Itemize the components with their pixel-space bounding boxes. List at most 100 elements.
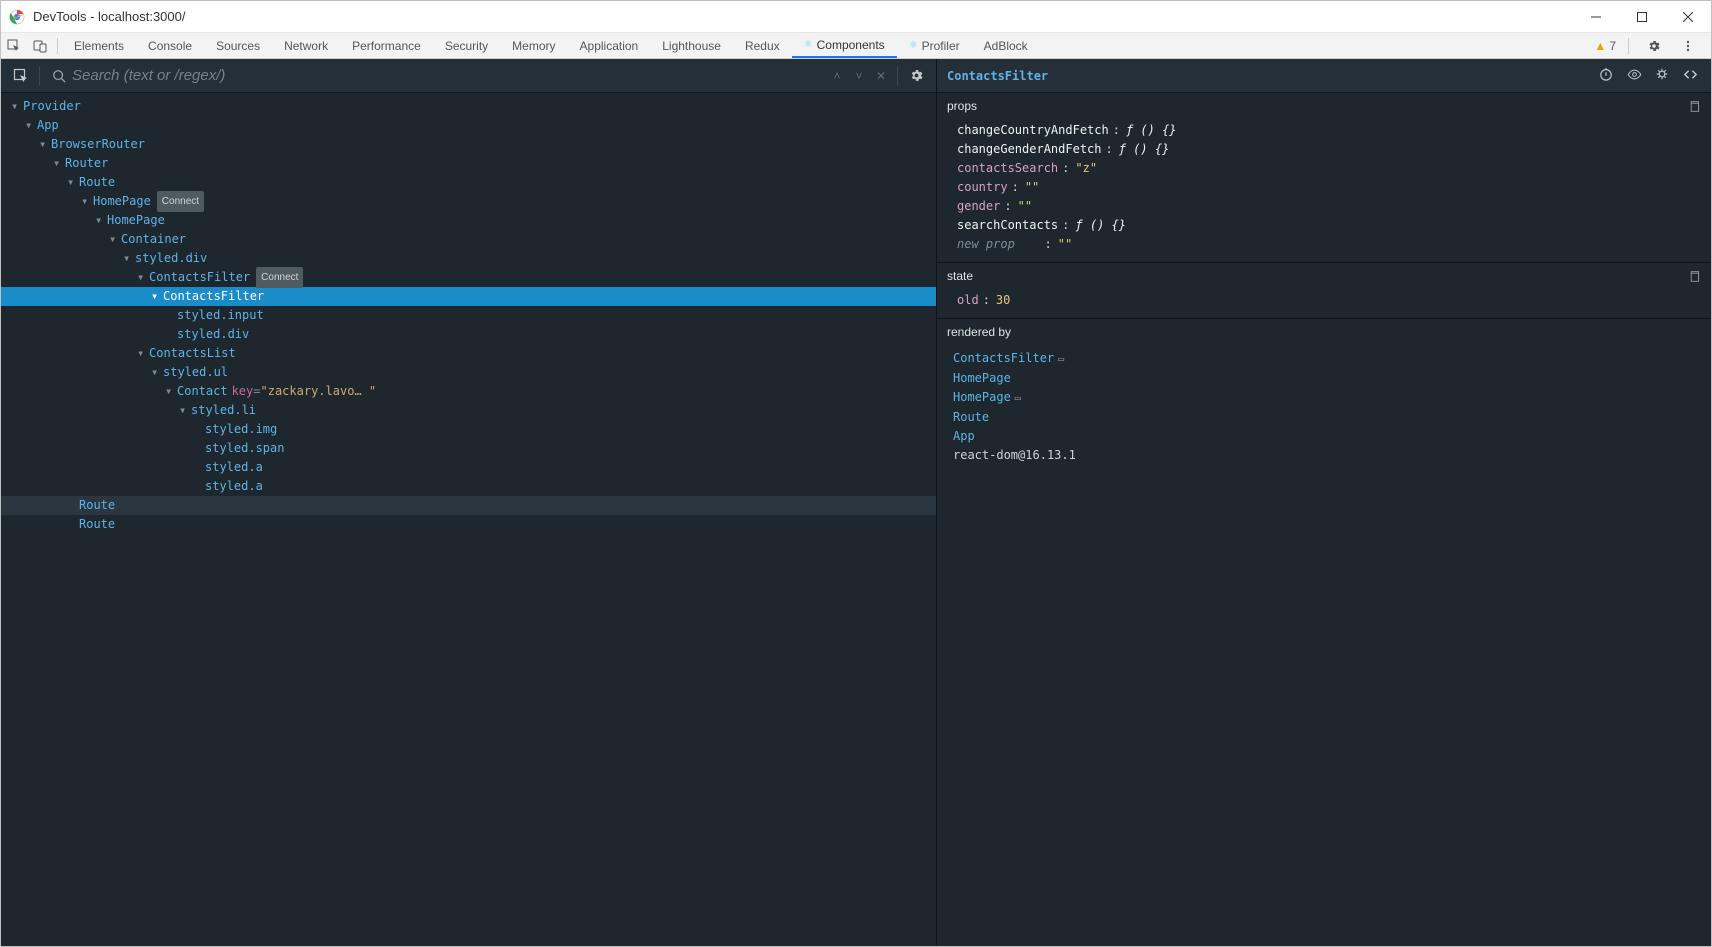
rendered-by-label: rendered by bbox=[947, 325, 1011, 339]
tree-node[interactable]: ▾styled.li bbox=[1, 401, 936, 420]
tab-adblock[interactable]: AdBlock bbox=[972, 33, 1040, 58]
copy-props-icon[interactable] bbox=[1688, 100, 1701, 113]
log-data-icon[interactable] bbox=[1655, 67, 1673, 85]
expand-arrow-icon[interactable]: ▾ bbox=[179, 401, 191, 420]
tree-node[interactable]: ▾HomePageConnect bbox=[1, 192, 936, 211]
prop-key: changeGenderAndFetch bbox=[957, 140, 1102, 159]
expand-arrow-icon[interactable]: ▾ bbox=[137, 268, 149, 287]
search-input[interactable] bbox=[72, 67, 821, 84]
prop-key: changeCountryAndFetch bbox=[957, 121, 1109, 140]
prop-value: ƒ () {} bbox=[1075, 216, 1126, 235]
copy-state-icon[interactable] bbox=[1688, 270, 1701, 283]
tab-components[interactable]: ⚛Components bbox=[792, 33, 897, 58]
tab-network[interactable]: Network bbox=[272, 33, 340, 58]
node-key-attr: key="zackary.lavo… " bbox=[232, 382, 377, 401]
tree-node[interactable]: ▾styled.div bbox=[1, 249, 936, 268]
tree-node[interactable]: styled.a bbox=[1, 477, 936, 496]
colon: : bbox=[1012, 178, 1019, 197]
tree-node[interactable]: styled.div bbox=[1, 325, 936, 344]
prop-row[interactable]: country: "" bbox=[953, 178, 1711, 197]
tab-application[interactable]: Application bbox=[568, 33, 651, 58]
maximize-button[interactable] bbox=[1619, 1, 1665, 33]
node-name: Route bbox=[79, 515, 115, 534]
tab-memory[interactable]: Memory bbox=[500, 33, 567, 58]
prop-row[interactable]: contactsSearch: "z" bbox=[953, 159, 1711, 178]
expand-arrow-icon[interactable]: ▾ bbox=[67, 173, 79, 192]
inspect-dom-icon[interactable] bbox=[1627, 67, 1645, 85]
tab-console[interactable]: Console bbox=[136, 33, 204, 58]
expand-arrow-icon[interactable]: ▾ bbox=[53, 154, 65, 173]
device-toggle-icon[interactable] bbox=[27, 33, 53, 59]
inspect-element-icon[interactable] bbox=[1, 33, 27, 59]
prop-row[interactable]: searchContacts: ƒ () {} bbox=[953, 216, 1711, 235]
tree-node[interactable]: Route bbox=[1, 496, 936, 515]
expand-arrow-icon[interactable]: ▾ bbox=[165, 382, 177, 401]
tree-node[interactable]: styled.input bbox=[1, 306, 936, 325]
search-clear-icon[interactable]: ✕ bbox=[871, 69, 891, 83]
rendered-by-item[interactable]: HomePage▭ bbox=[953, 388, 1711, 408]
tree-node[interactable]: styled.a bbox=[1, 458, 936, 477]
search-prev-icon[interactable]: ˄ bbox=[827, 69, 847, 83]
rendered-by-item[interactable]: HomePage bbox=[953, 369, 1711, 388]
expand-arrow-icon[interactable]: ▾ bbox=[95, 211, 107, 230]
rendered-by-item[interactable]: Route bbox=[953, 408, 1711, 427]
tree-node[interactable]: Route bbox=[1, 515, 936, 534]
tabbar-right: ▲ 7 bbox=[1594, 33, 1711, 59]
rendered-by-item[interactable]: ContactsFilter▭ bbox=[953, 349, 1711, 369]
expand-arrow-icon[interactable]: ▾ bbox=[123, 249, 135, 268]
expand-arrow-icon[interactable]: ▾ bbox=[81, 192, 93, 211]
tree-node[interactable]: ▾Contactkey="zackary.lavo… " bbox=[1, 382, 936, 401]
close-button[interactable] bbox=[1665, 1, 1711, 33]
expand-arrow-icon[interactable]: ▾ bbox=[109, 230, 121, 249]
tree-node[interactable]: ▾HomePage bbox=[1, 211, 936, 230]
tree-node[interactable]: styled.span bbox=[1, 439, 936, 458]
expand-arrow-icon[interactable]: ▾ bbox=[151, 363, 163, 382]
minimize-button[interactable] bbox=[1573, 1, 1619, 33]
tree-node[interactable]: ▾Router bbox=[1, 154, 936, 173]
prop-row[interactable]: changeGenderAndFetch: ƒ () {} bbox=[953, 140, 1711, 159]
tab-elements[interactable]: Elements bbox=[62, 33, 136, 58]
tree-node[interactable]: ▾styled.ul bbox=[1, 363, 936, 382]
warnings-badge[interactable]: ▲ 7 bbox=[1594, 39, 1616, 53]
tab-security[interactable]: Security bbox=[433, 33, 500, 58]
view-source-icon[interactable] bbox=[1683, 67, 1701, 85]
search-next-icon[interactable]: ˅ bbox=[849, 69, 869, 83]
rendered-by-item[interactable]: App bbox=[953, 427, 1711, 446]
tree-node[interactable]: ▾BrowserRouter bbox=[1, 135, 936, 154]
tree-node[interactable]: ▾App bbox=[1, 116, 936, 135]
tab-profiler[interactable]: ⚛Profiler bbox=[897, 33, 972, 58]
expand-arrow-icon[interactable]: ▾ bbox=[137, 344, 149, 363]
tree-node[interactable]: ▾Provider bbox=[1, 97, 936, 116]
tree-node[interactable]: ▾ContactsList bbox=[1, 344, 936, 363]
tree-node[interactable]: styled.img bbox=[1, 420, 936, 439]
state-key: old bbox=[957, 291, 979, 310]
suspend-icon[interactable] bbox=[1599, 67, 1617, 85]
more-menu-icon[interactable] bbox=[1675, 33, 1701, 59]
search-wrap bbox=[46, 67, 827, 84]
expand-arrow-icon[interactable]: ▾ bbox=[25, 116, 37, 135]
tree-node[interactable]: ▾Route bbox=[1, 173, 936, 192]
detail-header: ContactsFilter bbox=[937, 59, 1711, 93]
tree-node[interactable]: ▾ContactsFilterConnect bbox=[1, 268, 936, 287]
tab-performance[interactable]: Performance bbox=[340, 33, 433, 58]
prop-row[interactable]: gender: "" bbox=[953, 197, 1711, 216]
tab-lighthouse[interactable]: Lighthouse bbox=[650, 33, 733, 58]
component-tree[interactable]: ▾Provider▾App▾BrowserRouter▾Router▾Route… bbox=[1, 93, 936, 946]
select-element-icon[interactable] bbox=[9, 64, 33, 88]
expand-arrow-icon[interactable]: ▾ bbox=[11, 97, 23, 116]
tab-sources[interactable]: Sources bbox=[204, 33, 272, 58]
tab-redux[interactable]: Redux bbox=[733, 33, 792, 58]
prop-value: "" bbox=[1018, 197, 1032, 216]
state-section: state old: 30 bbox=[937, 263, 1711, 319]
tree-settings-gear-icon[interactable] bbox=[904, 64, 928, 88]
prop-value: ƒ () {} bbox=[1119, 140, 1170, 159]
expand-arrow-icon[interactable]: ▾ bbox=[39, 135, 51, 154]
new-prop-row[interactable]: new prop : "" bbox=[953, 235, 1711, 254]
tree-node[interactable]: ▾Container bbox=[1, 230, 936, 249]
node-name: styled.div bbox=[135, 249, 207, 268]
state-row[interactable]: old: 30 bbox=[953, 291, 1711, 310]
prop-row[interactable]: changeCountryAndFetch: ƒ () {} bbox=[953, 121, 1711, 140]
tree-node[interactable]: ▾ContactsFilter bbox=[1, 287, 936, 306]
settings-gear-icon[interactable] bbox=[1641, 33, 1667, 59]
expand-arrow-icon[interactable]: ▾ bbox=[151, 287, 163, 306]
